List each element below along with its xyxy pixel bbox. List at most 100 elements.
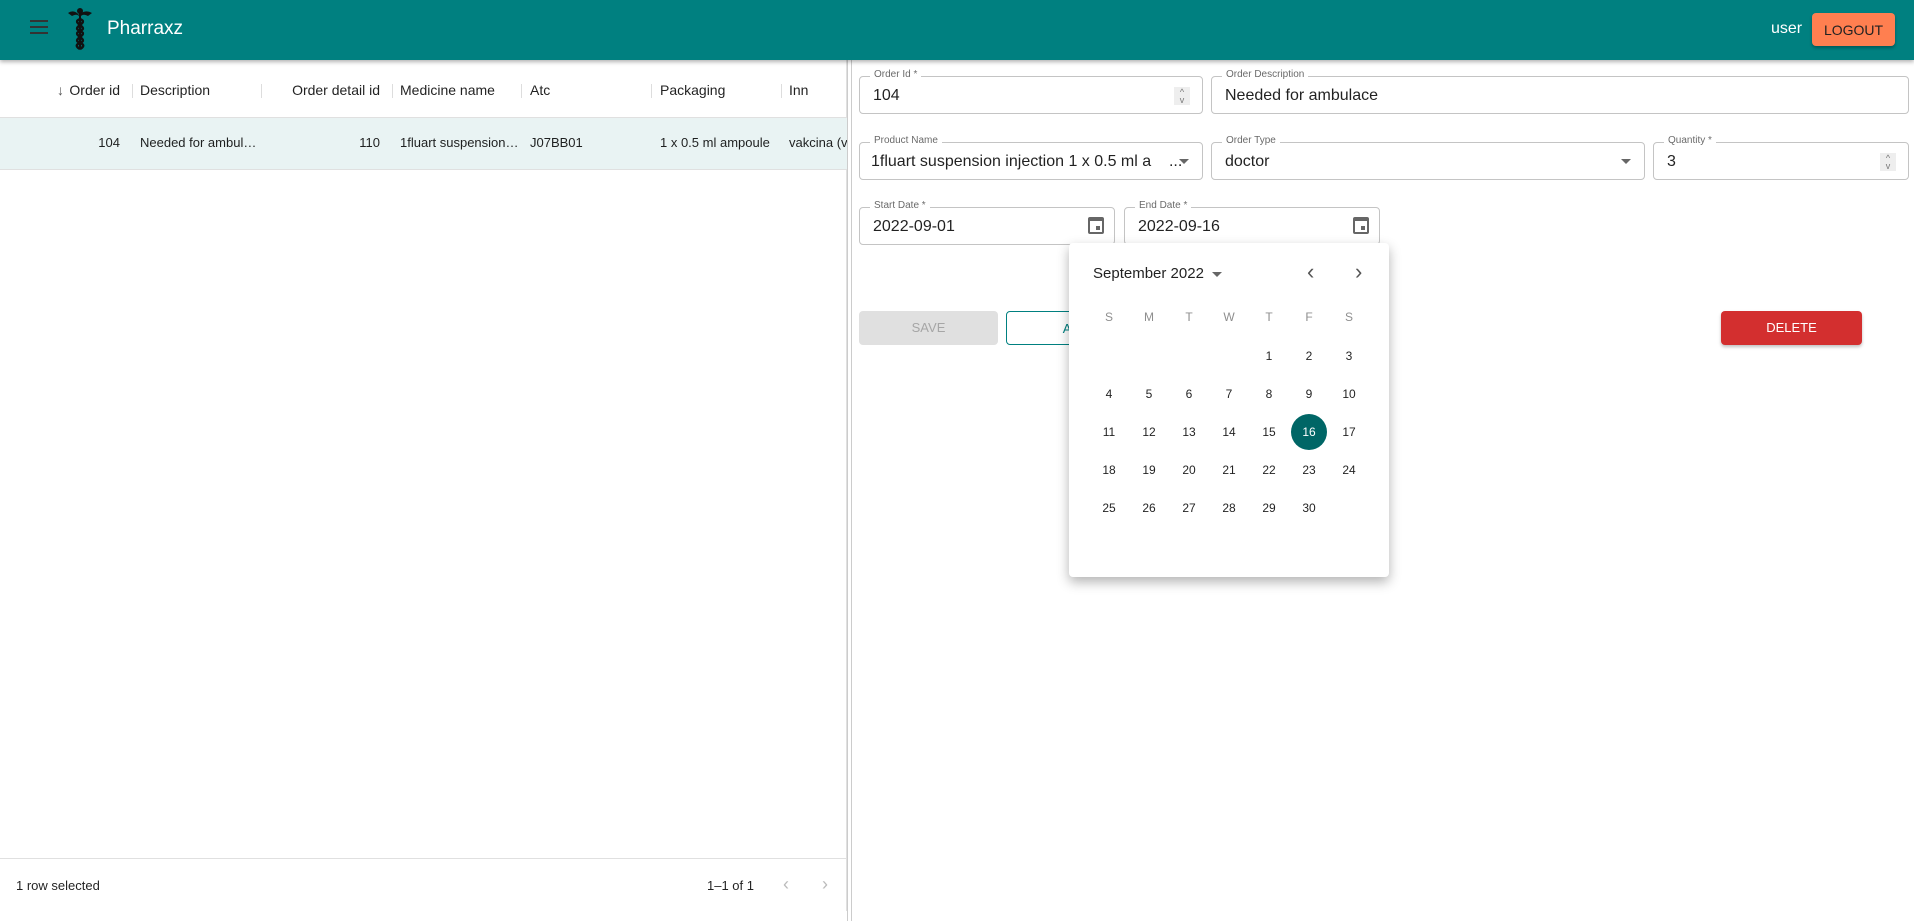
product-name-select[interactable]: Product Name 1fluart suspension injectio… [859, 135, 1203, 180]
weekday-label: T [1265, 310, 1273, 324]
calendar-day[interactable]: 18 [1091, 452, 1127, 488]
column-header-order-id[interactable]: Order id [69, 82, 120, 98]
column-header-order-detail-id[interactable]: Order detail id [292, 82, 380, 98]
weekday-label: S [1104, 310, 1113, 324]
calendar-day[interactable]: 21 [1211, 452, 1247, 488]
column-separator[interactable] [132, 84, 133, 98]
calendar-day[interactable]: 20 [1171, 452, 1207, 488]
calendar-day[interactable]: 5 [1131, 376, 1167, 412]
order-type-label: Order Type [1222, 135, 1280, 146]
calendar-day-selected[interactable]: 16 [1291, 414, 1327, 450]
product-name-label: Product Name [870, 135, 942, 146]
calendar-day[interactable]: 7 [1211, 376, 1247, 412]
month-dropdown-icon[interactable] [1212, 272, 1222, 277]
chevron-down-icon[interactable] [1621, 159, 1631, 164]
calendar-day[interactable]: 30 [1291, 490, 1327, 526]
delete-button[interactable]: DELETE [1721, 311, 1862, 345]
table-header: ↓ Order id Description Order detail id M… [0, 60, 847, 118]
next-page-icon[interactable]: › [822, 874, 828, 895]
caduceus-logo [68, 8, 92, 51]
number-stepper-icon[interactable]: ^ v [1880, 153, 1896, 171]
column-separator[interactable] [392, 84, 393, 98]
calendar-icon[interactable] [1353, 217, 1369, 234]
order-id-field[interactable]: Order Id * 104 ^ v [859, 69, 1203, 114]
order-id-label: Order Id * [870, 69, 922, 80]
cell-atc: J07BB01 [530, 135, 583, 150]
calendar-day[interactable]: 24 [1331, 452, 1367, 488]
cell-medicine-name: 1fluart suspension… [400, 135, 519, 150]
start-date-field[interactable]: Start Date * 2022-09-01 [859, 200, 1115, 245]
logout-button[interactable]: LOGOUT [1812, 13, 1895, 46]
column-separator[interactable] [521, 84, 522, 98]
calendar-day[interactable]: 15 [1251, 414, 1287, 450]
calendar-day[interactable]: 19 [1131, 452, 1167, 488]
calendar-day[interactable]: 9 [1291, 376, 1327, 412]
calendar-day[interactable]: 29 [1251, 490, 1287, 526]
calendar-day[interactable]: 17 [1331, 414, 1367, 450]
cell-packaging: 1 x 0.5 ml ampoule [660, 135, 770, 150]
calendar-day[interactable]: 3 [1331, 338, 1367, 374]
arrow-down-icon[interactable]: ↓ [57, 82, 64, 98]
calendar-day[interactable]: 25 [1091, 490, 1127, 526]
calendar-day[interactable]: 11 [1091, 414, 1127, 450]
order-description-field[interactable]: Order Description Needed for ambulace [1211, 69, 1909, 114]
quantity-field[interactable]: Quantity * 3 ^ v [1653, 135, 1909, 180]
weekday-header: SMTWTFS [1089, 310, 1369, 324]
calendar-day[interactable]: 14 [1211, 414, 1247, 450]
weekday-label: F [1305, 310, 1313, 324]
calendar-icon[interactable] [1088, 217, 1104, 234]
calendar-day[interactable]: 27 [1171, 490, 1207, 526]
hamburger-icon[interactable] [30, 20, 48, 34]
quantity-value: 3 [1667, 153, 1676, 170]
chevron-down-icon[interactable] [1179, 159, 1189, 164]
product-name-value: 1fluart suspension injection 1 x 0.5 ml … [871, 153, 1183, 170]
save-button[interactable]: SAVE [859, 311, 998, 345]
column-header-description[interactable]: Description [140, 82, 210, 98]
column-header-medicine-name[interactable]: Medicine name [400, 82, 495, 98]
calendar-day[interactable]: 28 [1211, 490, 1247, 526]
pagination-info: 1–1 of 1 [707, 878, 754, 893]
calendar-day[interactable]: 22 [1251, 452, 1287, 488]
order-description-label: Order Description [1222, 69, 1309, 80]
column-header-atc[interactable]: Atc [530, 82, 550, 98]
prev-page-icon[interactable]: ‹ [783, 874, 789, 895]
calendar-day[interactable]: 12 [1131, 414, 1167, 450]
cell-description: Needed for ambul… [140, 135, 257, 150]
calendar-day[interactable]: 2 [1291, 338, 1327, 374]
next-month-icon[interactable]: › [1355, 259, 1362, 285]
calendar-month-label[interactable]: September 2022 [1093, 265, 1204, 282]
date-picker-popup: September 2022 ‹ › SMTWTFS 1 2 3 4 5 6 7 8 9 10 11… [1069, 243, 1389, 577]
cell-order-detail-id: 110 [359, 135, 380, 150]
calendar-day[interactable]: 4 [1091, 376, 1127, 412]
user-name: user [1771, 20, 1803, 37]
weekday-label: S [1344, 310, 1353, 324]
calendar-day[interactable]: 13 [1171, 414, 1207, 450]
calendar-day[interactable]: 8 [1251, 376, 1287, 412]
column-header-inn[interactable]: Inn [789, 82, 808, 98]
panel-resize-handle[interactable] [847, 60, 852, 921]
end-date-field[interactable]: End Date * 2022-09-16 [1124, 200, 1380, 245]
orders-table: ↓ Order id Description Order detail id M… [0, 60, 847, 911]
calendar-day[interactable]: 26 [1131, 490, 1167, 526]
calendar-day[interactable]: 6 [1171, 376, 1207, 412]
column-header-packaging[interactable]: Packaging [660, 82, 725, 98]
quantity-label: Quantity * [1664, 135, 1716, 146]
table-footer: 1 row selected 1–1 of 1 ‹ › [0, 858, 847, 911]
order-type-select[interactable]: Order Type doctor [1211, 135, 1645, 180]
weekday-label: M [1144, 310, 1154, 324]
start-date-label: Start Date * [870, 200, 930, 211]
calendar-day[interactable]: 1 [1251, 338, 1287, 374]
end-date-value: 2022-09-16 [1138, 218, 1220, 235]
table-row[interactable]: 104 Needed for ambul… 110 1fluart suspen… [0, 118, 847, 170]
column-separator[interactable] [651, 84, 652, 98]
number-stepper-icon[interactable]: ^ v [1174, 87, 1190, 105]
column-separator[interactable] [781, 84, 782, 98]
weekday-label: W [1223, 310, 1235, 324]
calendar-day[interactable]: 10 [1331, 376, 1367, 412]
prev-month-icon[interactable]: ‹ [1307, 259, 1314, 285]
app-title: Pharraxz [107, 18, 184, 39]
app-header: Pharraxz user LOGOUT [0, 0, 1914, 60]
calendar-day[interactable]: 23 [1291, 452, 1327, 488]
selection-count: 1 row selected [16, 878, 100, 893]
column-separator[interactable] [261, 84, 262, 98]
